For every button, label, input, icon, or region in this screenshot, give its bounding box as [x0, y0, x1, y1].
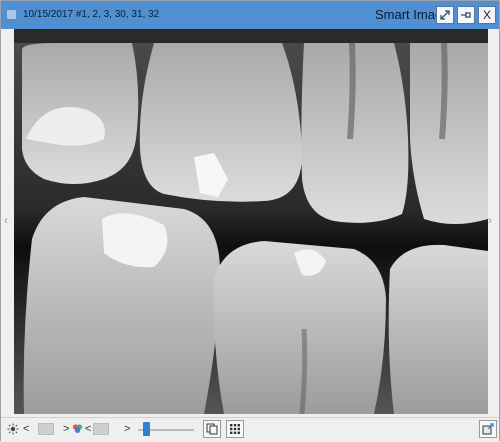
xray-image[interactable]: [14, 29, 488, 414]
brightness-prev[interactable]: <: [23, 423, 29, 435]
export-button[interactable]: [479, 420, 497, 438]
color-wheel-icon: [72, 424, 83, 433]
brightness-swatch: [38, 423, 54, 435]
pin-button[interactable]: [457, 6, 475, 24]
zoom-slider-thumb[interactable]: [143, 422, 151, 436]
close-button[interactable]: X: [478, 6, 496, 24]
image-meta: 10/15/2017 #1, 2, 3, 30, 31, 32: [23, 9, 160, 20]
grid-button[interactable]: [226, 420, 244, 438]
sun-icon: [7, 423, 19, 435]
expand-icon: [440, 10, 450, 20]
color-swatch: [93, 423, 109, 435]
color-control[interactable]: [72, 423, 83, 434]
smart-image-window: 10/15/2017 #1, 2, 3, 30, 31, 32 Smart Im…: [0, 0, 500, 442]
previous-image-arrow[interactable]: ‹: [4, 213, 8, 227]
pages-icon: [206, 423, 218, 435]
pages-button[interactable]: [203, 420, 221, 438]
brightness-next[interactable]: >: [63, 423, 69, 435]
expand-button[interactable]: [436, 6, 454, 24]
brightness-control[interactable]: [7, 423, 19, 435]
color-next[interactable]: >: [124, 423, 130, 435]
window-icon: [7, 10, 16, 19]
grid-icon: [230, 424, 240, 434]
title-bar: 10/15/2017 #1, 2, 3, 30, 31, 32 Smart Im…: [1, 1, 499, 29]
next-image-arrow[interactable]: ›: [488, 213, 492, 227]
pin-icon: [461, 12, 471, 18]
color-prev[interactable]: <: [85, 423, 91, 435]
export-icon: [482, 423, 494, 435]
bitewing-xray-image: [14, 42, 488, 414]
image-toolbar: < > < >: [1, 417, 499, 442]
